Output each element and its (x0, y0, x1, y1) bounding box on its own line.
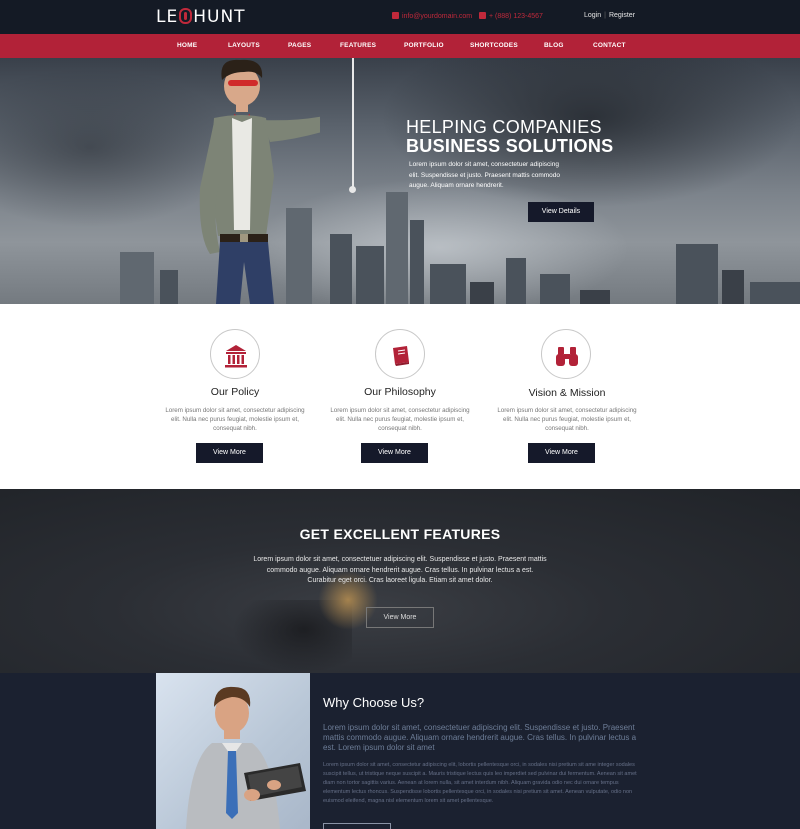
site-logo[interactable]: LE HUNT (156, 7, 246, 27)
businessman-illustration (186, 686, 306, 829)
skyline-building (750, 282, 800, 304)
hero-rope (352, 58, 354, 190)
nav-item-home[interactable]: HOME (177, 42, 197, 49)
why-lead-text: Lorem ipsum dolor sit amet, consectetuer… (323, 723, 637, 752)
skyline-building (506, 258, 526, 304)
logo-text-right: HUNT (193, 7, 246, 27)
service-title-philosophy: Our Philosophy (364, 386, 436, 398)
phone-text: + (888) 123-4567 (489, 13, 543, 20)
login-link[interactable]: Login (584, 12, 601, 19)
view-more-button-philosophy[interactable]: View More (361, 443, 428, 463)
features-view-more-button[interactable]: View More (366, 607, 434, 628)
why-title: Why Choose Us? (323, 695, 425, 710)
contact-email[interactable]: info@yourdomain.com (392, 12, 472, 20)
skyline-building (356, 246, 384, 304)
service-text-policy: Lorem ipsum dolor sit amet, consectetur … (165, 407, 305, 432)
businessman-photo (156, 673, 310, 829)
skyline-building (386, 192, 408, 304)
skyline-building (676, 244, 718, 304)
service-icon-circle (210, 329, 260, 379)
nav-item-pages[interactable]: PAGES (288, 42, 311, 49)
main-nav: HOME LAYOUTS PAGES FEATURES PORTFOLIO SH… (0, 34, 800, 58)
nav-item-blog[interactable]: BLOG (544, 42, 564, 49)
account-links: Login | Register (584, 12, 635, 19)
logo-text-left: LE (156, 7, 179, 27)
nav-item-layouts[interactable]: LAYOUTS (228, 42, 260, 49)
skyline-building (580, 290, 610, 304)
skyline-building (410, 220, 424, 304)
features-text: Lorem ipsum dolor sit amet, consectetuer… (253, 556, 547, 584)
login-separator: | (604, 12, 606, 19)
logo-mark-icon (179, 8, 193, 24)
hero-title-line2: BUSINESS SOLUTIONS (406, 136, 614, 156)
service-icon-circle (541, 329, 591, 379)
hero-rope-knob (349, 186, 356, 193)
skyline-building (120, 252, 154, 304)
nav-item-shortcodes[interactable]: SHORTCODES (470, 42, 518, 49)
nav-item-portfolio[interactable]: PORTFOLIO (404, 42, 444, 49)
hero-banner (0, 58, 800, 304)
top-bar: LE HUNT info@yourdomain.com + (888) 123-4… (0, 0, 800, 34)
skyline-building (470, 282, 494, 304)
view-more-button-vision[interactable]: View More (528, 443, 595, 463)
hero-man-illustration (199, 59, 320, 304)
book-icon (393, 346, 409, 366)
contact-phone[interactable]: + (888) 123-4567 (479, 12, 543, 20)
service-title-vision: Vision & Mission (528, 387, 606, 399)
service-text-philosophy: Lorem ipsum dolor sit amet, consectetur … (330, 407, 470, 432)
email-text: info@yourdomain.com (402, 13, 473, 20)
skyline-building (330, 234, 352, 304)
bank-icon (225, 345, 247, 368)
view-more-button-policy[interactable]: View More (196, 443, 263, 463)
service-text-vision: Lorem ipsum dolor sit amet, consectetur … (497, 407, 637, 432)
envelope-icon (392, 12, 399, 19)
features-title: GET EXCELLENT FEATURES (299, 526, 501, 542)
binoculars-icon (556, 347, 578, 366)
hero-title-line1: HELPING COMPANIES (406, 117, 602, 137)
skyline-building (722, 270, 744, 304)
nav-item-features[interactable]: FEATURES (340, 42, 376, 49)
service-icon-circle (375, 329, 425, 379)
register-link[interactable]: Register (609, 12, 635, 19)
skyline-building (540, 274, 570, 304)
hero-description: Lorem ipsum dolor sit amet, consectetuer… (409, 161, 561, 189)
phone-icon (479, 12, 486, 19)
nav-item-contact[interactable]: CONTACT (593, 42, 626, 49)
why-read-more-button[interactable] (323, 823, 391, 829)
service-title-policy: Our Policy (210, 386, 260, 398)
skyline-building (430, 264, 466, 304)
why-body-text: Lorem ipsum dolor sit amet, consectetur … (323, 762, 637, 804)
view-details-button[interactable]: View Details (528, 202, 594, 222)
